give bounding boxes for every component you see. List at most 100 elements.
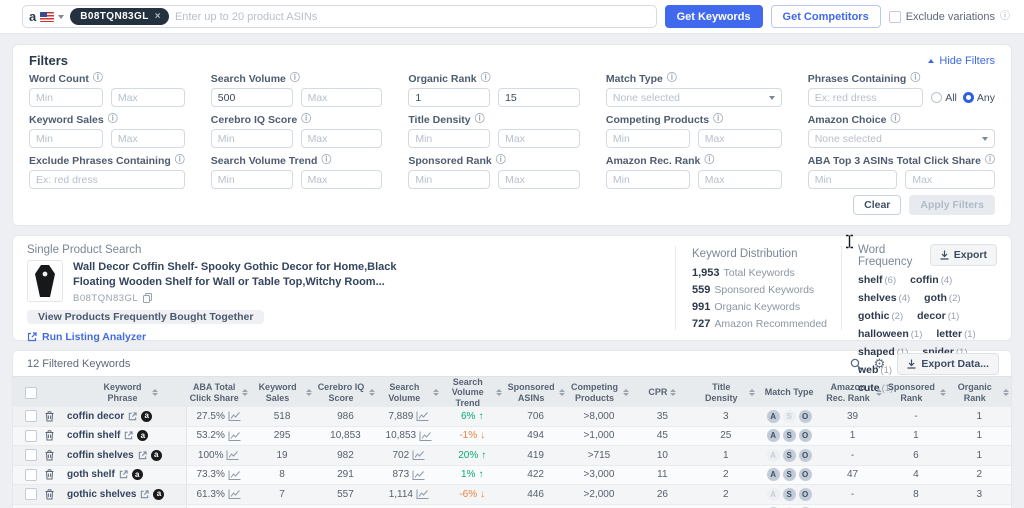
filter-competing-products-input-min[interactable] bbox=[606, 129, 690, 148]
keyword-phrase[interactable]: coffin shelves bbox=[67, 450, 134, 461]
sort-icon[interactable] bbox=[496, 389, 502, 396]
row-checkbox[interactable] bbox=[25, 469, 37, 481]
radio-all[interactable]: All bbox=[931, 92, 957, 104]
info-icon[interactable]: ⓘ bbox=[93, 74, 103, 84]
sort-icon[interactable] bbox=[749, 389, 755, 396]
column-header-cerebro-iq-score[interactable]: Cerebro IQ Score bbox=[314, 382, 377, 403]
word-frequency-item[interactable]: shelves(4) bbox=[858, 292, 910, 304]
column-header-competing-products[interactable]: Competing Products bbox=[567, 382, 630, 403]
sparkline-icon[interactable] bbox=[412, 470, 425, 480]
filter-word-count-input-max[interactable] bbox=[111, 88, 185, 107]
external-link-icon[interactable] bbox=[124, 431, 133, 440]
trash-icon[interactable] bbox=[45, 411, 54, 422]
asin-tag[interactable]: B08TQN83GL × bbox=[70, 8, 169, 25]
filter-aba-top-3-asins-total-click-share-input-max[interactable] bbox=[905, 170, 995, 189]
sort-icon[interactable] bbox=[242, 389, 248, 396]
radio-any[interactable]: Any bbox=[963, 92, 995, 104]
filter-word-count-input-min[interactable] bbox=[29, 88, 103, 107]
column-header-title-density[interactable]: Title Density bbox=[694, 382, 757, 403]
sort-icon[interactable] bbox=[670, 389, 676, 396]
view-fbt-button[interactable]: View Products Frequently Bought Together bbox=[27, 310, 264, 324]
trash-icon[interactable] bbox=[45, 469, 54, 480]
info-icon[interactable]: ⓘ bbox=[496, 156, 506, 166]
keyword-phrase[interactable]: gothic shelves bbox=[67, 489, 136, 500]
amazon-badge-icon[interactable]: a bbox=[153, 489, 164, 500]
sort-icon[interactable] bbox=[433, 389, 439, 396]
row-checkbox[interactable] bbox=[25, 449, 37, 461]
word-frequency-item[interactable]: shelf(6) bbox=[858, 274, 896, 286]
word-frequency-item[interactable]: coffin(4) bbox=[910, 274, 952, 286]
filter-keyword-sales-input-max[interactable] bbox=[111, 129, 185, 148]
search-icon[interactable] bbox=[850, 358, 862, 370]
export-button[interactable]: Export bbox=[930, 244, 997, 266]
filter-search-volume-input-min[interactable] bbox=[211, 88, 293, 107]
info-icon[interactable]: ⓘ bbox=[890, 115, 900, 125]
run-listing-analyzer-link[interactable]: Run Listing Analyzer bbox=[27, 331, 675, 343]
sort-icon[interactable] bbox=[940, 389, 946, 396]
sparkline-icon[interactable] bbox=[228, 489, 241, 499]
external-link-icon[interactable] bbox=[138, 451, 147, 460]
column-header-organic-rank[interactable]: Organic Rank bbox=[948, 382, 1011, 403]
external-link-icon[interactable] bbox=[140, 490, 149, 499]
word-frequency-item[interactable]: halloween(1) bbox=[858, 328, 922, 340]
filter-amazon-rec-rank-input-min[interactable] bbox=[606, 170, 690, 189]
sparkline-icon[interactable] bbox=[412, 450, 425, 460]
info-icon[interactable]: ⓘ bbox=[290, 74, 300, 84]
filter-competing-products-input-max[interactable] bbox=[698, 129, 782, 148]
sort-icon[interactable] bbox=[152, 389, 158, 396]
word-frequency-item[interactable]: goth(2) bbox=[924, 292, 960, 304]
sort-icon[interactable] bbox=[1003, 389, 1009, 396]
info-icon[interactable]: ⓘ bbox=[301, 115, 311, 125]
column-header-match-type[interactable]: Match Type bbox=[757, 387, 820, 397]
select-all-checkbox[interactable] bbox=[25, 387, 37, 399]
info-icon[interactable]: ⓘ bbox=[667, 74, 677, 84]
copy-icon[interactable] bbox=[143, 293, 152, 303]
asin-search-box[interactable]: a B08TQN83GL × Enter up to 20 product AS… bbox=[22, 5, 657, 28]
column-header-aba-total-click-share[interactable]: ABA Total Click Share bbox=[187, 382, 250, 403]
keyword-phrase[interactable]: goth shelf bbox=[67, 469, 115, 480]
row-checkbox[interactable] bbox=[25, 410, 37, 422]
info-icon[interactable]: ⓘ bbox=[704, 156, 714, 166]
get-keywords-button[interactable]: Get Keywords bbox=[665, 5, 763, 28]
exclude-variations-checkbox[interactable] bbox=[889, 11, 901, 23]
amazon-badge-icon[interactable]: a bbox=[141, 411, 152, 422]
filter-search-volume-input-max[interactable] bbox=[301, 88, 383, 107]
info-icon[interactable]: ⓘ bbox=[985, 156, 995, 166]
info-icon[interactable]: ⓘ bbox=[713, 115, 723, 125]
sort-icon[interactable] bbox=[623, 389, 629, 396]
trash-icon[interactable] bbox=[45, 489, 54, 500]
export-data-button[interactable]: Export Data... bbox=[897, 353, 999, 375]
amazon-badge-icon[interactable]: a bbox=[151, 450, 162, 461]
clear-filters-button[interactable]: Clear bbox=[853, 195, 901, 215]
external-link-icon[interactable] bbox=[128, 412, 137, 421]
filter-amazon-rec-rank-input-max[interactable] bbox=[698, 170, 782, 189]
sparkline-icon[interactable] bbox=[228, 431, 241, 441]
row-checkbox[interactable] bbox=[25, 430, 37, 442]
sort-icon[interactable] bbox=[559, 389, 565, 396]
info-icon[interactable]: ⓘ bbox=[475, 115, 485, 125]
amazon-badge-icon[interactable]: a bbox=[132, 469, 143, 480]
word-frequency-item[interactable]: decor(1) bbox=[917, 310, 959, 322]
get-competitors-button[interactable]: Get Competitors bbox=[771, 5, 881, 28]
filter-title-density-input-max[interactable] bbox=[498, 129, 580, 148]
column-header-search-volume-trend[interactable]: Search Volume Trend bbox=[441, 377, 504, 408]
keyword-phrase[interactable]: coffin decor bbox=[67, 411, 124, 422]
sparkline-icon[interactable] bbox=[416, 489, 429, 499]
sort-icon[interactable] bbox=[369, 389, 375, 396]
asin-input[interactable]: Enter up to 20 product ASINs bbox=[175, 11, 317, 23]
info-icon[interactable]: ⓘ bbox=[321, 156, 331, 166]
info-icon[interactable]: ⓘ bbox=[481, 74, 491, 84]
row-checkbox[interactable] bbox=[25, 488, 37, 500]
filter-cerebro-iq-score-input-max[interactable] bbox=[301, 129, 383, 148]
sort-icon[interactable] bbox=[876, 389, 882, 396]
word-frequency-item[interactable]: gothic(2) bbox=[858, 310, 903, 322]
amazon-badge-icon[interactable]: a bbox=[137, 430, 148, 441]
filter-search-volume-trend-input-max[interactable] bbox=[301, 170, 383, 189]
filter-sponsored-rank-input-max[interactable] bbox=[498, 170, 580, 189]
keyword-phrase[interactable]: coffin shelf bbox=[67, 430, 120, 441]
gear-icon[interactable]: ⚙ bbox=[874, 357, 886, 370]
external-link-icon[interactable] bbox=[119, 470, 128, 479]
column-header-amazon-rec-rank[interactable]: Amazon Rec. Rank bbox=[821, 382, 884, 403]
trash-icon[interactable] bbox=[45, 450, 54, 461]
sparkline-icon[interactable] bbox=[416, 411, 429, 421]
